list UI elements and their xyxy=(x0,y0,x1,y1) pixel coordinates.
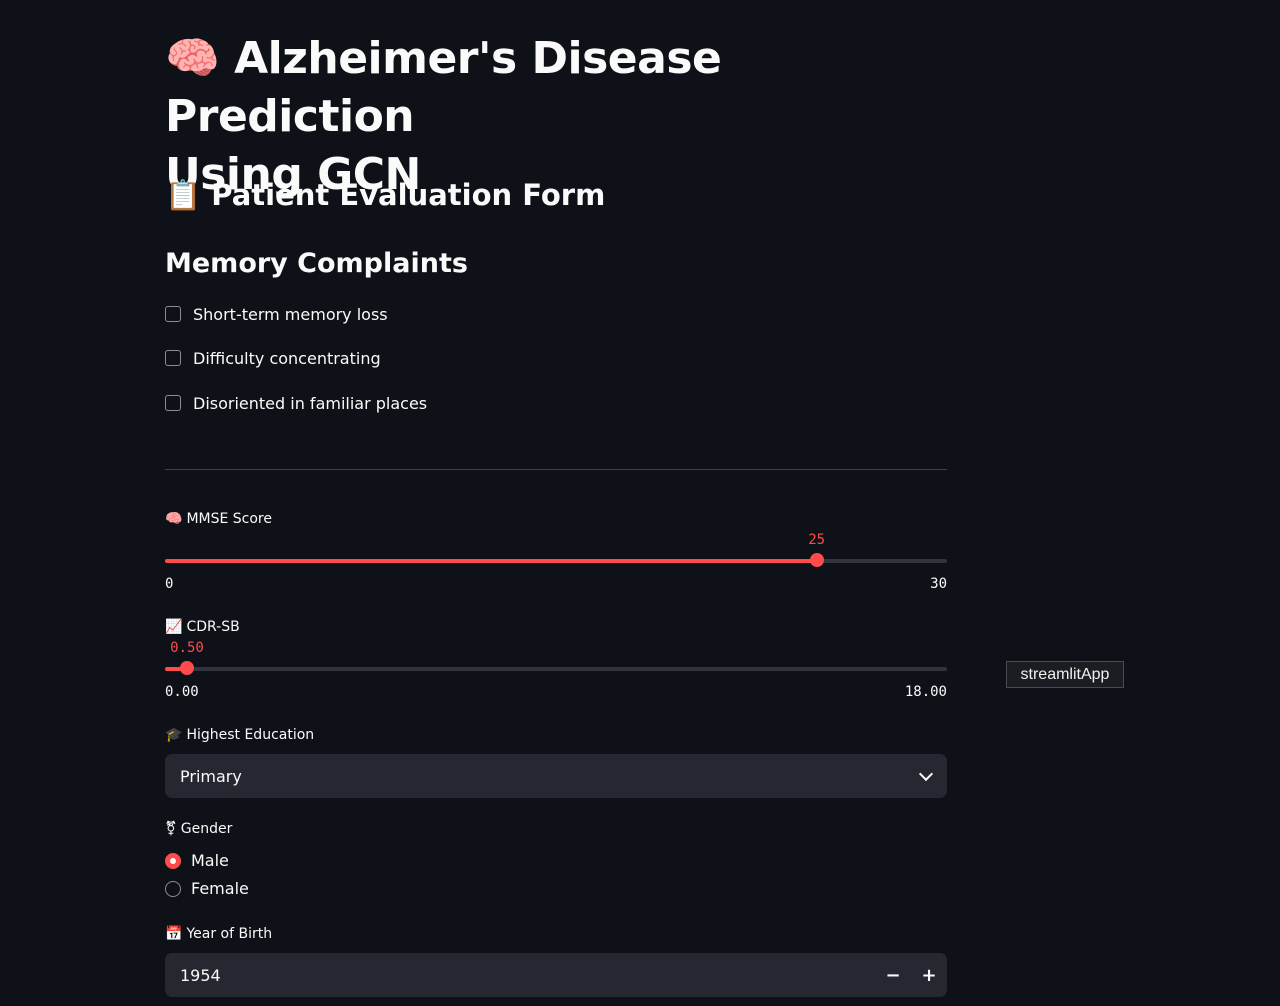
radio-circle-selected[interactable] xyxy=(165,852,181,869)
cdr-label: 📈 CDR-SB xyxy=(165,619,240,635)
mmse-slider-thumb[interactable] xyxy=(809,553,824,567)
radio-label: Female xyxy=(191,879,249,898)
form-title: 📋 Patient Evaluation Form xyxy=(165,174,605,216)
mmse-slider-min: 0 xyxy=(165,576,174,592)
education-label-text: Highest Education xyxy=(186,727,315,743)
radio-female[interactable]: Female xyxy=(165,879,249,898)
gender-label-text: Gender xyxy=(180,821,233,837)
checkbox-difficulty-concentrating[interactable]: Difficulty concentrating xyxy=(165,346,381,370)
checkbox-box[interactable] xyxy=(165,306,181,322)
mmse-label: 🧠 MMSE Score xyxy=(165,511,272,527)
gender-label: ⚧ Gender xyxy=(165,821,232,837)
year-of-birth-input[interactable]: 1954 − + xyxy=(165,953,947,997)
cdr-label-text: CDR-SB xyxy=(186,619,240,635)
graduation-cap-icon: 🎓 xyxy=(165,727,183,743)
checkbox-box[interactable] xyxy=(165,350,181,366)
cdr-slider-value: 0.50 xyxy=(170,640,204,656)
radio-circle[interactable] xyxy=(165,880,181,897)
checkbox-disoriented[interactable]: Disoriented in familiar places xyxy=(165,391,427,415)
radio-label: Male xyxy=(191,851,229,870)
transgender-symbol-icon: ⚧ xyxy=(165,821,177,837)
divider xyxy=(165,469,947,470)
year-of-birth-value[interactable]: 1954 xyxy=(180,966,875,985)
education-label: 🎓 Highest Education xyxy=(165,727,314,743)
cdr-slider-track[interactable] xyxy=(165,661,947,675)
cdr-slider-thumb[interactable] xyxy=(179,661,194,675)
education-selected-value: Primary xyxy=(180,766,242,786)
checkbox-label: Difficulty concentrating xyxy=(193,348,381,368)
calendar-icon: 📅 xyxy=(165,926,183,942)
cdr-slider-min: 0.00 xyxy=(165,684,199,700)
form-title-text: Patient Evaluation Form xyxy=(211,178,606,212)
mmse-slider-max: 30 xyxy=(930,576,947,592)
checkbox-box[interactable] xyxy=(165,395,181,411)
mmse-slider-fill xyxy=(165,559,817,563)
radio-male[interactable]: Male xyxy=(165,851,229,870)
checkbox-short-term-memory-loss[interactable]: Short-term memory loss xyxy=(165,302,388,326)
chevron-down-icon xyxy=(918,766,934,782)
brain-icon: 🧠 xyxy=(165,511,183,527)
increment-button[interactable]: + xyxy=(911,953,947,997)
decrement-button[interactable]: − xyxy=(875,953,911,997)
mmse-slider-value: 25 xyxy=(808,532,826,548)
chart-increasing-icon: 📈 xyxy=(165,619,183,635)
mmse-slider-track[interactable] xyxy=(165,553,947,567)
tooltip: streamlitApp xyxy=(1006,661,1124,688)
page-title-line1: Alzheimer's Disease Prediction xyxy=(165,33,722,142)
cdr-slider-max: 18.00 xyxy=(904,684,947,700)
mmse-label-text: MMSE Score xyxy=(186,511,272,527)
birth-label-text: Year of Birth xyxy=(186,926,273,942)
checkbox-label: Short-term memory loss xyxy=(193,304,388,324)
brain-icon: 🧠 xyxy=(165,33,220,84)
checkbox-label: Disoriented in familiar places xyxy=(193,393,428,413)
birth-label: 📅 Year of Birth xyxy=(165,926,272,942)
education-select[interactable]: Primary xyxy=(165,754,947,798)
clipboard-icon: 📋 xyxy=(165,178,202,212)
memory-complaints-heading: Memory Complaints xyxy=(165,248,468,279)
